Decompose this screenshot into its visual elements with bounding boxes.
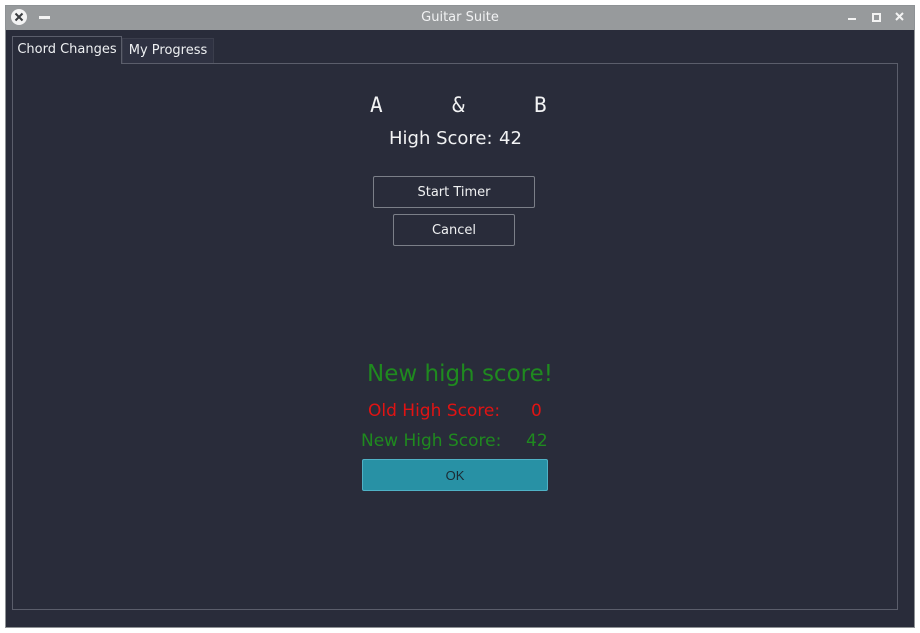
first-chord: A bbox=[370, 93, 383, 117]
minimize-icon[interactable] bbox=[848, 18, 856, 20]
high-score-label: High Score: bbox=[389, 128, 493, 149]
high-score-value: 42 bbox=[499, 128, 522, 149]
maximize-icon[interactable] bbox=[872, 13, 881, 22]
new-high-score-label: New High Score: bbox=[361, 431, 502, 451]
old-high-score-label: Old High Score: bbox=[368, 401, 501, 421]
title-bar[interactable]: Guitar Suite bbox=[6, 6, 914, 30]
new-high-score-headline: New high score! bbox=[367, 361, 553, 387]
close-icon[interactable] bbox=[894, 11, 905, 22]
new-high-score-value: 42 bbox=[526, 431, 548, 451]
tab-my-progress[interactable]: My Progress bbox=[122, 38, 214, 64]
old-high-score-value: 0 bbox=[531, 401, 542, 421]
cancel-button[interactable]: Cancel bbox=[393, 214, 515, 246]
window-title: Guitar Suite bbox=[421, 10, 499, 25]
chord-separator: & bbox=[452, 93, 465, 117]
tab-chord-changes[interactable]: Chord Changes bbox=[12, 36, 122, 64]
start-timer-button[interactable]: Start Timer bbox=[373, 176, 535, 208]
second-chord: B bbox=[534, 93, 547, 117]
ok-button[interactable]: OK bbox=[362, 459, 548, 491]
